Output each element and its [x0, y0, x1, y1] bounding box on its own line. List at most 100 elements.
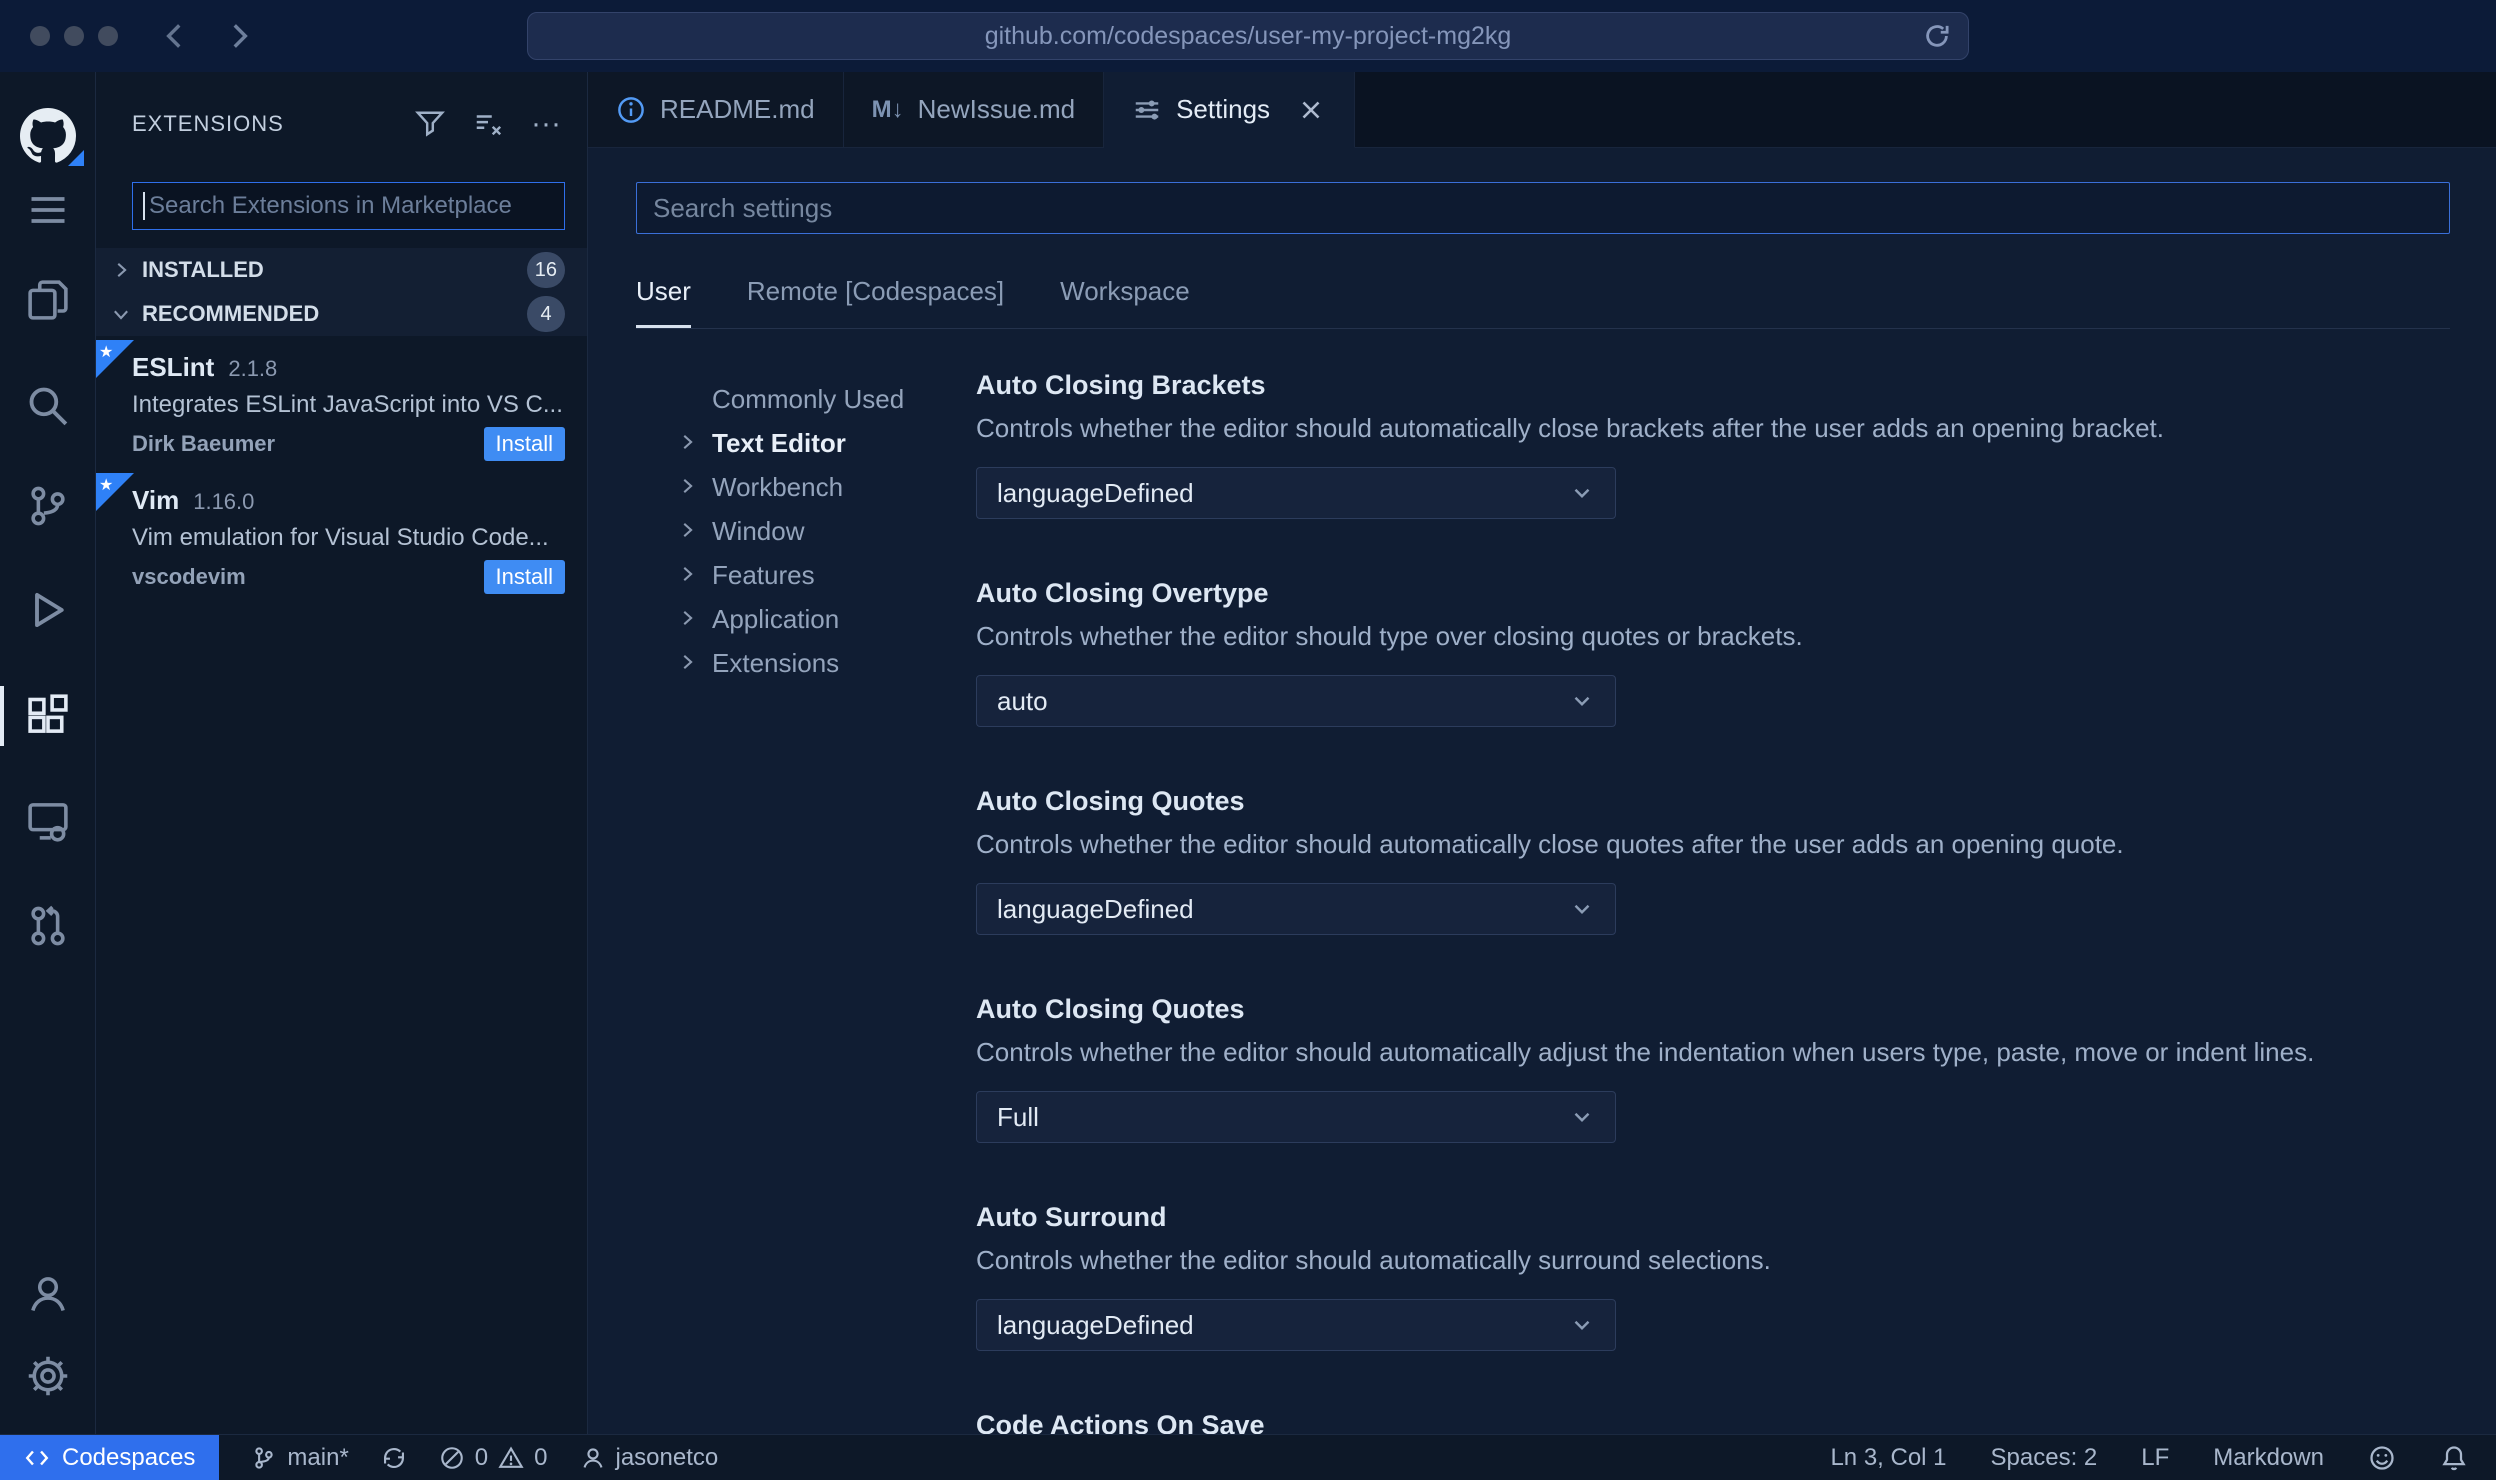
zoom-window-button[interactable]: [98, 26, 118, 46]
close-icon[interactable]: [1296, 95, 1326, 125]
user-label: jasonetco: [615, 1443, 719, 1471]
run-debug-icon[interactable]: [0, 588, 96, 632]
warning-count: 0: [534, 1443, 548, 1471]
setting-dropdown[interactable]: languageDefined: [976, 883, 1616, 935]
cursor-position-item[interactable]: Ln 3, Col 1: [1830, 1444, 1946, 1472]
extension-version: 2.1.8: [228, 356, 278, 381]
setting-description: Controls whether the editor should autom…: [976, 829, 2124, 859]
browser-forward-icon[interactable]: [222, 19, 256, 53]
dropdown-value: languageDefined: [997, 477, 1194, 508]
scope-tab-workspace[interactable]: Workspace: [1060, 276, 1190, 328]
source-control-icon[interactable]: [0, 484, 96, 528]
settings-toc: Commonly Used Text Editor Workbench Wind…: [636, 329, 976, 1434]
filter-icon[interactable]: [415, 109, 445, 139]
toc-label: Extensions: [712, 647, 840, 678]
settings-gear-icon[interactable]: [0, 1354, 96, 1398]
setting-description: Controls whether the editor should autom…: [976, 1037, 2315, 1067]
settings-search-input[interactable]: [636, 182, 2450, 234]
browser-back-icon[interactable]: [158, 19, 192, 53]
tab-label: NewIssue.md: [917, 94, 1076, 124]
chevron-right-icon: [676, 607, 712, 631]
install-button[interactable]: Install: [483, 427, 565, 461]
editor-area: README.md M↓ NewIssue.md Settings User R…: [588, 72, 2496, 1434]
section-label: RECOMMENDED: [142, 301, 320, 326]
sidebar-actions: ···: [415, 109, 561, 139]
explorer-icon[interactable]: [0, 278, 96, 322]
setting-code-actions-on-save: Code Actions On Save: [976, 1409, 2450, 1434]
tab-newissue[interactable]: M↓ NewIssue.md: [843, 72, 1105, 147]
chevron-down-icon: [1574, 488, 1590, 498]
codespaces-status-item[interactable]: Codespaces: [0, 1435, 220, 1480]
url-bar[interactable]: github.com/codespaces/user-my-project-mg…: [527, 12, 1969, 60]
pull-request-icon[interactable]: [0, 904, 96, 948]
notifications-bell-icon[interactable]: [2440, 1444, 2468, 1472]
section-label: INSTALLED: [142, 257, 264, 282]
scope-tab-remote[interactable]: Remote [Codespaces]: [747, 276, 1004, 328]
toc-window[interactable]: Window: [676, 509, 976, 553]
settings-scope-tabs: User Remote [Codespaces] Workspace: [636, 276, 2450, 329]
scope-tab-user[interactable]: User: [636, 276, 691, 328]
sync-status-item[interactable]: [381, 1445, 407, 1471]
setting-auto-surround: Auto Surround Controls whether the edito…: [976, 1201, 2450, 1351]
branch-status-item[interactable]: main*: [251, 1443, 349, 1472]
clear-extensions-icon[interactable]: [473, 109, 503, 139]
tab-readme[interactable]: README.md: [588, 72, 844, 147]
sidebar-header: EXTENSIONS ···: [96, 72, 587, 176]
extension-publisher: Dirk Baeumer: [132, 431, 276, 456]
setting-auto-closing-brackets: Auto Closing Brackets Controls whether t…: [976, 369, 2450, 519]
extensions-search-input[interactable]: [133, 183, 564, 229]
remote-explorer-icon[interactable]: [0, 798, 96, 842]
install-button[interactable]: Install: [483, 560, 565, 594]
setting-dropdown[interactable]: auto: [976, 675, 1616, 727]
settings-editor: User Remote [Codespaces] Workspace Commo…: [588, 148, 2496, 1434]
close-window-button[interactable]: [30, 26, 50, 46]
error-icon: [440, 1446, 463, 1469]
star-icon: ★: [99, 344, 114, 361]
section-installed[interactable]: INSTALLED 16: [96, 248, 587, 292]
tab-settings[interactable]: Settings: [1104, 72, 1356, 148]
language-mode-item[interactable]: Markdown: [2213, 1444, 2324, 1472]
setting-dropdown[interactable]: Full: [976, 1091, 1616, 1143]
toc-label: Workbench: [712, 471, 844, 502]
url-text: github.com/codespaces/user-my-project-mg…: [984, 21, 1512, 50]
setting-title: Code Actions On Save: [976, 1410, 1265, 1434]
user-status-item[interactable]: jasonetco: [580, 1443, 719, 1472]
feedback-icon[interactable]: [2368, 1444, 2396, 1472]
search-icon[interactable]: [0, 384, 96, 428]
toc-text-editor[interactable]: Text Editor: [676, 421, 976, 465]
error-count: 0: [474, 1443, 489, 1471]
chevron-right-icon: [676, 651, 712, 675]
toc-features[interactable]: Features: [676, 553, 976, 597]
toc-workbench[interactable]: Workbench: [676, 465, 976, 509]
status-bar: Codespaces main* 0 0 jasonetco Ln 3, Col…: [0, 1434, 2496, 1480]
extensions-icon[interactable]: [0, 686, 96, 746]
toc-application[interactable]: Application: [676, 597, 976, 641]
chevron-right-icon: [676, 431, 712, 455]
extensions-sidebar: EXTENSIONS ··· INSTALLED 16: [96, 72, 588, 1434]
menu-icon[interactable]: [0, 188, 96, 232]
more-actions-icon[interactable]: ···: [531, 109, 561, 139]
tab-label: README.md: [660, 94, 815, 124]
branch-label: main*: [287, 1443, 349, 1471]
dropdown-value: languageDefined: [997, 1309, 1194, 1340]
tab-label: Settings: [1176, 94, 1271, 124]
minimize-window-button[interactable]: [64, 26, 84, 46]
github-logo-icon[interactable]: [0, 108, 96, 166]
chevron-down-icon: [1574, 1112, 1590, 1122]
setting-description: Controls whether the editor should type …: [976, 621, 1803, 651]
setting-title: Auto Closing Brackets: [976, 370, 1266, 400]
indentation-item[interactable]: Spaces: 2: [1991, 1444, 2098, 1472]
tab-bar: README.md M↓ NewIssue.md Settings: [588, 72, 2496, 148]
star-icon: ★: [99, 477, 114, 494]
problems-status-item[interactable]: 0 0: [439, 1444, 548, 1472]
setting-dropdown[interactable]: languageDefined: [976, 1299, 1616, 1351]
toc-extensions[interactable]: Extensions: [676, 641, 976, 685]
eol-item[interactable]: LF: [2141, 1444, 2169, 1472]
refresh-icon[interactable]: [1922, 21, 1952, 51]
toc-commonly-used[interactable]: Commonly Used: [676, 377, 976, 421]
setting-dropdown[interactable]: languageDefined: [976, 467, 1616, 519]
extension-item-eslint[interactable]: ★ ESLint 2.1.8 Integrates ESLint JavaScr…: [96, 340, 587, 469]
section-recommended[interactable]: RECOMMENDED 4: [96, 292, 587, 336]
account-icon[interactable]: [0, 1272, 96, 1316]
extension-item-vim[interactable]: ★ Vim 1.16.0 Vim emulation for Visual St…: [96, 473, 587, 602]
